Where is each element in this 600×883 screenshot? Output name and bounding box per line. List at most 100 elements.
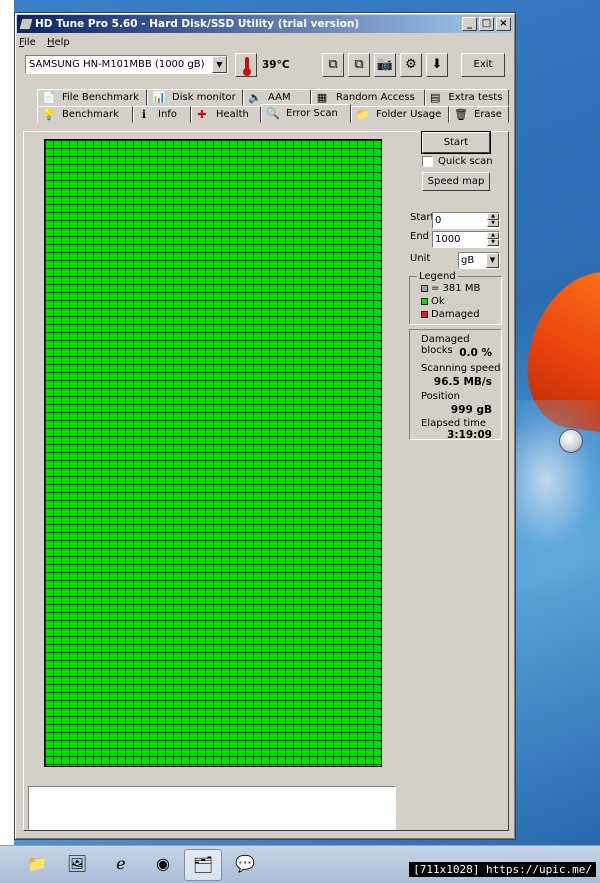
image-watermark: [711x1028] https://upic.me/ [409,862,596,877]
close-button[interactable]: × [496,17,511,31]
tab-label: Health [216,109,249,120]
tab-label: Error Scan [286,108,338,119]
disk-monitor-icon: 📊 [152,90,166,104]
quick-scan-label: Quick scan [438,156,493,167]
line-app-icon[interactable]: 💬 [226,849,264,881]
title-bar[interactable]: HD Tune Pro 5.60 - Hard Disk/SSD Utility… [17,15,513,33]
folder-icon: 📁 [356,107,370,121]
internet-explorer-icon[interactable]: ℯ [102,849,140,881]
copy-all-icon: ⧉ [354,57,364,72]
chrome-icon[interactable]: ◉ [144,849,182,881]
drive-select-value: SAMSUNG HN-M101MBB (1000 gB) [29,59,205,70]
copy-all-button[interactable]: ⧉ [348,53,370,77]
start-field-label: Start [410,212,435,223]
red-swatch-icon [421,311,428,318]
end-field-input[interactable]: 1000 ▲ ▼ [432,231,500,248]
spin-down-icon[interactable]: ▼ [487,220,499,227]
exit-button[interactable]: Exit [461,53,505,77]
unit-label: Unit [410,253,431,264]
hdtune-window: HD Tune Pro 5.60 - Hard Disk/SSD Utility… [14,12,516,840]
tab-label: Erase [474,109,502,120]
start-field-input[interactable]: 0 ▲ ▼ [432,212,500,229]
background-window-edge [0,0,14,845]
legend-group: Legend = 381 MB Ok Damaged [409,271,502,325]
wallpaper-glow [510,400,600,600]
copy-icon: ⧉ [328,57,338,72]
tab-label: Benchmark [62,109,119,120]
tab-error-scan[interactable]: 🔍 Error Scan [261,104,351,123]
temperature-readout: 39°C [262,59,290,71]
green-swatch-icon [421,298,428,305]
copy-info-button[interactable]: ⧉ [322,53,344,77]
start-field-value: 0 [435,215,442,226]
legend-damaged: Damaged [421,309,480,320]
tab-erase[interactable]: 🗑 Erase [449,106,509,123]
error-scan-block-map [44,139,382,767]
trash-icon: 🗑 [454,107,468,121]
lightbulb-icon: 💡 [42,107,56,121]
position-value: 999 gB [450,404,492,416]
minimize-button[interactable]: _ [462,17,477,31]
unit-select-value: gB [461,255,475,266]
elapsed-time-label: Elapsed time [421,418,487,429]
spin-up-icon[interactable]: ▲ [487,232,499,239]
speaker-icon: 🔈 [248,90,262,104]
tabs-bottom-row: 💡 Benchmark ℹ Info ✚ Health 🔍 Error Scan… [37,104,509,123]
legend-title: Legend [417,271,458,282]
explorer-folder-icon[interactable]: 📁 [18,849,56,881]
unit-select[interactable]: gB ▼ [458,252,500,269]
random-access-icon: ▦ [316,90,328,104]
tab-label: Extra tests [448,92,503,103]
media-player-icon[interactable]: 🖼 [58,849,96,881]
extra-tests-icon: ▤ [430,90,441,104]
tab-folder-usage[interactable]: 📁 Folder Usage [351,106,449,123]
magnifier-icon: 🔍 [266,106,280,120]
menu-file[interactable]: File [19,35,36,51]
info-icon: ℹ [141,107,147,121]
window-title: HD Tune Pro 5.60 - Hard Disk/SSD Utility… [35,18,360,30]
tab-extra-tests[interactable]: ▤ Extra tests [425,89,509,106]
tab-file-benchmark[interactable]: 📄 File Benchmark [37,89,147,106]
error-scan-panel: Start Quick scan Speed map Start 0 ▲ ▼ E… [23,131,509,831]
save-button[interactable]: ⬇ [426,53,448,77]
legend-block-size-text: = 381 MB [431,283,481,294]
legend-ok: Ok [421,296,445,307]
app-icon[interactable] [18,18,34,30]
spin-down-icon[interactable]: ▼ [487,239,499,246]
camera-icon: 📷 [376,57,394,72]
quick-scan-checkbox[interactable]: Quick scan [422,156,493,167]
hdtune-taskbar-icon[interactable]: 🗂 [184,849,222,881]
scan-blocks-ok [45,140,381,766]
tab-label: AAM [268,92,291,103]
maximize-button[interactable]: □ [479,17,494,31]
tab-info[interactable]: ℹ Info [133,106,191,123]
chevron-down-icon[interactable]: ▼ [212,56,227,73]
spin-up-icon[interactable]: ▲ [487,213,499,220]
chevron-down-icon[interactable]: ▼ [486,253,499,268]
gears-icon: ⚙ [405,57,417,72]
scanning-speed-label: Scanning speed [421,363,501,374]
damaged-blocks-value: 0.0 % [459,347,492,359]
scan-stats-group: Damaged blocks 0.0 % Scanning speed 96.5… [409,329,502,441]
speed-map-button[interactable]: Speed map [422,172,490,191]
menu-help[interactable]: Help [47,35,70,51]
start-button[interactable]: Start [421,131,491,154]
legend-damaged-text: Damaged [431,309,480,320]
toolbar: SAMSUNG HN-M101MBB (1000 gB) ▼ 39°C ⧉ ⧉ … [17,53,513,87]
legend-block-size: = 381 MB [421,283,480,294]
thermometer-icon [235,53,257,77]
desktop-orb-icon[interactable] [559,429,583,453]
gray-swatch-icon [421,285,428,292]
checkbox-box[interactable] [422,156,433,167]
options-button[interactable]: ⚙ [400,53,422,77]
menu-bar: File Help [17,35,513,51]
scanning-speed-value: 96.5 MB/s [433,376,492,388]
drive-select[interactable]: SAMSUNG HN-M101MBB (1000 gB) ▼ [25,55,228,74]
tab-benchmark[interactable]: 💡 Benchmark [37,106,133,123]
screenshot-button[interactable]: 📷 [374,53,396,77]
tab-label: Disk monitor [172,92,236,103]
tab-disk-monitor[interactable]: 📊 Disk monitor [147,89,243,106]
scan-log-box[interactable] [28,786,396,830]
file-benchmark-icon: 📄 [42,90,56,104]
tab-health[interactable]: ✚ Health [191,106,261,123]
